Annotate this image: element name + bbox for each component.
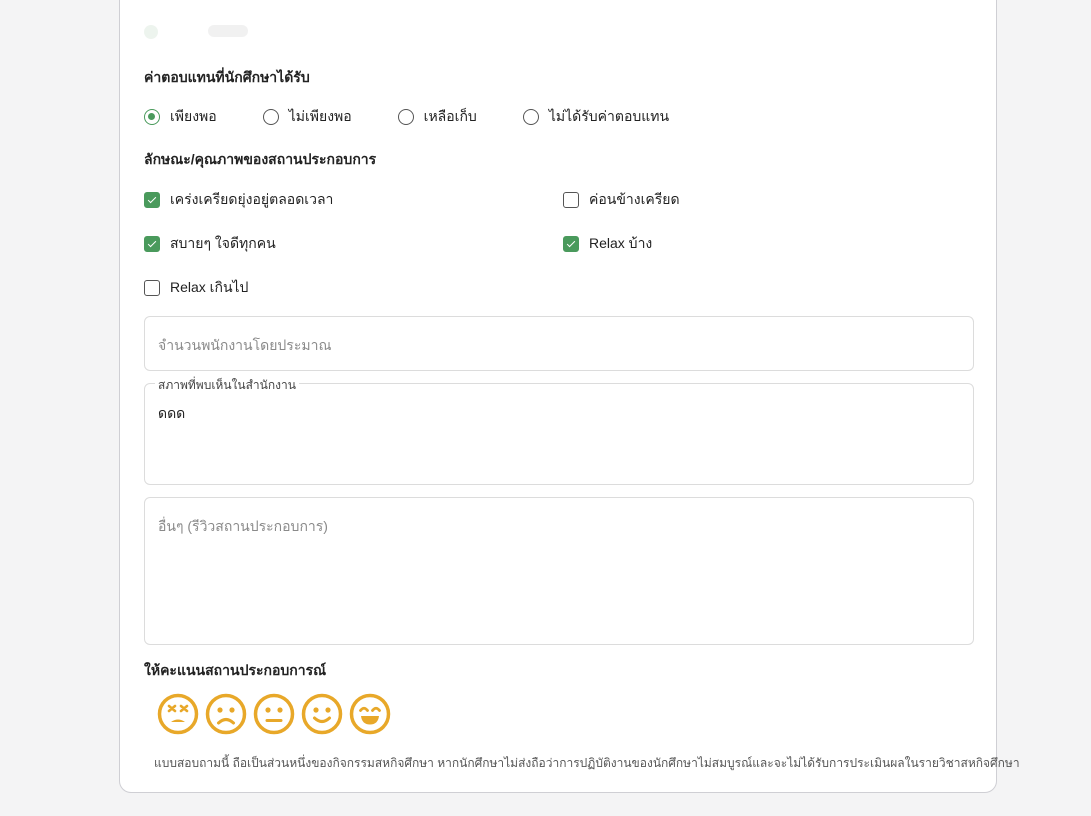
radio-enough[interactable]: เพียงพอ (144, 106, 217, 128)
office-condition-label: สภาพที่พบเห็นในสำนักงาน (155, 376, 299, 395)
faded-label (208, 25, 248, 37)
office-condition-value: ดดด (158, 405, 186, 421)
faded-previous-section (120, 0, 996, 59)
checkbox-relaxed-kind[interactable]: สบายๆ ใจดีทุกคน (144, 233, 276, 255)
radio-no-compensation-circle[interactable] (522, 109, 539, 125)
checkbox-very-stressful-box[interactable] (144, 192, 160, 208)
radio-not-enough-label: ไม่เพียงพอ (288, 108, 352, 124)
checkbox-very-stressful-label: เคร่งเครียดยุ่งอยู่ตลอดเวลา (170, 191, 334, 207)
radio-surplus[interactable]: เหลือเก็บ (397, 106, 477, 128)
grin-face-icon[interactable] (349, 693, 391, 735)
office-condition-textarea[interactable]: สภาพที่พบเห็นในสำนักงาน ดดด (144, 376, 974, 485)
checkbox-relaxed-kind-label: สบายๆ ใจดีทุกคน (170, 235, 276, 251)
neutral-face-icon[interactable] (253, 693, 295, 735)
employee-count-placeholder: จำนวนพนักงานโดยประมาณ (158, 337, 332, 353)
other-review-textarea[interactable]: อื่นๆ (รีวิวสถานประกอบการ) (144, 497, 974, 645)
checkbox-too-relaxed-label: Relax เกินไป (170, 279, 249, 295)
radio-surplus-label: เหลือเก็บ (423, 108, 477, 124)
compensation-label: ค่าตอบแทนที่นักศึกษาได้รับ (144, 69, 310, 85)
survey-footnote: แบบสอบถามนี้ ถือเป็นส่วนหนึ่งของกิจกรรมส… (154, 756, 1020, 770)
dizzy-face-icon[interactable] (157, 693, 199, 735)
rating-faces (157, 693, 391, 735)
checkbox-very-stressful[interactable]: เคร่งเครียดยุ่งอยู่ตลอดเวลา (144, 189, 333, 211)
checkbox-relax-sometimes-box[interactable] (563, 236, 579, 252)
checkbox-too-relaxed[interactable]: Relax เกินไป (144, 277, 248, 299)
survey-card: ค่าตอบแทนที่นักศึกษาได้รับ เพียงพอ ไม่เพ… (119, 0, 1020, 793)
radio-no-compensation-label: ไม่ได้รับค่าตอบแทน (548, 108, 670, 124)
sad-face-icon[interactable] (205, 693, 247, 735)
workplace-character-label: ลักษณะ/คุณภาพของสถานประกอบการ (144, 151, 377, 167)
smile-face-icon[interactable] (301, 693, 343, 735)
checkbox-somewhat-stressful-label: ค่อนข้างเครียด (589, 191, 680, 207)
radio-not-enough[interactable]: ไม่เพียงพอ (262, 106, 352, 128)
checkbox-somewhat-stressful[interactable]: ค่อนข้างเครียด (563, 189, 680, 211)
employee-count-input[interactable]: จำนวนพนักงานโดยประมาณ (144, 316, 974, 371)
radio-surplus-circle[interactable] (397, 109, 414, 125)
radio-enough-label: เพียงพอ (170, 108, 217, 124)
checkbox-relaxed-kind-box[interactable] (144, 236, 160, 252)
compensation-radio-group: เพียงพอ ไม่เพียงพอ เหลือเก็บ ไม่ได้รับค่… (144, 106, 715, 128)
checkbox-relax-sometimes[interactable]: Relax บ้าง (563, 233, 652, 255)
radio-no-compensation[interactable]: ไม่ได้รับค่าตอบแทน (522, 106, 670, 128)
checkbox-somewhat-stressful-box[interactable] (563, 192, 579, 208)
rating-label: ให้คะแนนสถานประกอบการณ์ (144, 662, 327, 678)
radio-enough-circle[interactable] (144, 109, 160, 125)
faded-radio (144, 25, 158, 39)
faded-options-row (144, 25, 248, 39)
checkbox-too-relaxed-box[interactable] (144, 280, 160, 296)
checkbox-relax-sometimes-label: Relax บ้าง (589, 235, 653, 251)
other-review-placeholder: อื่นๆ (รีวิวสถานประกอบการ) (158, 518, 328, 534)
radio-not-enough-circle[interactable] (262, 109, 279, 125)
